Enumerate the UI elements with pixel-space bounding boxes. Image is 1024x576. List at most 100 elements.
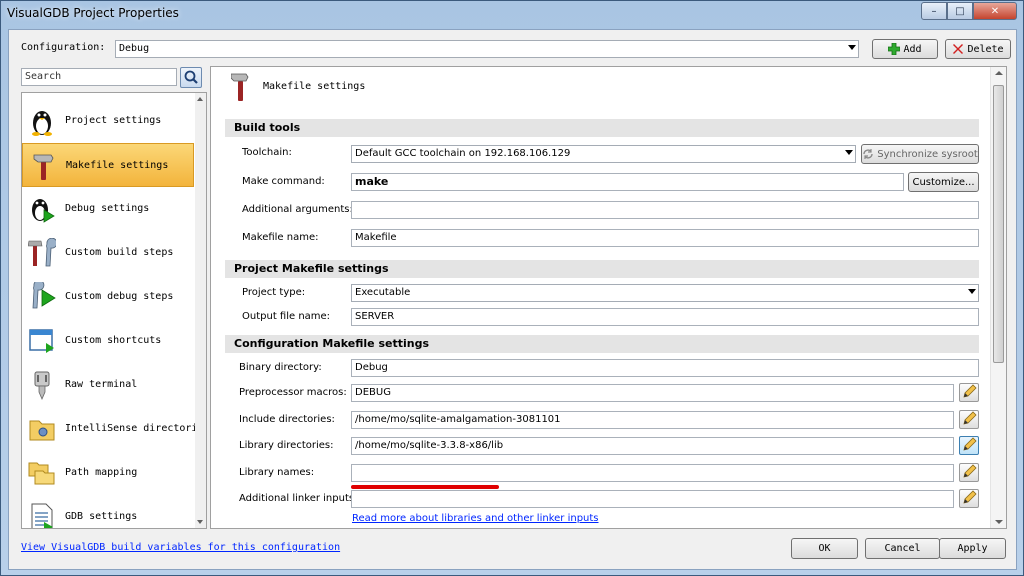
include-directories-value: /home/mo/sqlite-amalgamation-3081101 [355,414,561,425]
additional-arguments-field[interactable] [351,201,979,219]
scroll-down-icon [995,520,1003,524]
plug-icon [34,371,50,400]
output-file-name-label: Output file name: [242,311,331,322]
scrollbar-thumb[interactable] [993,85,1004,363]
wrench-play-icon [32,282,56,309]
delete-button[interactable]: Delete [945,39,1011,59]
additional-arguments-label: Additional arguments: [242,204,353,215]
nav-item-debug-settings[interactable]: Debug settings [22,187,194,231]
toolchain-dropdown[interactable]: Default GCC toolchain on 192.168.106.129 [351,145,856,163]
toolchain-label: Toolchain: [242,147,292,158]
minimize-button[interactable]: – [921,2,947,20]
pencil-icon [963,464,977,478]
delete-x-icon [953,44,964,54]
nav-item-label: Path mapping [65,467,138,478]
apply-button[interactable]: Apply [939,538,1006,559]
nav-scrollbar[interactable] [195,93,206,528]
output-file-name-value: SERVER [355,311,395,322]
close-button[interactable]: ✕ [973,2,1017,20]
edit-include-directories-button[interactable] [959,410,979,429]
shortcut-window-icon [29,329,54,353]
chevron-down-icon [968,289,976,294]
preprocessor-macros-field[interactable]: DEBUG [351,384,954,402]
nav-item-path-mapping[interactable]: Path mapping [22,451,194,495]
hammer-icon [33,154,54,180]
add-button[interactable]: Add [872,39,938,59]
toolchain-value: Default GCC toolchain on 192.168.106.129 [355,148,571,159]
document-icon [31,503,53,528]
nav-item-label: Raw terminal [65,379,138,390]
red-underline-annotation [351,485,499,489]
edit-macros-button[interactable] [959,383,979,402]
library-directories-field[interactable]: /home/mo/sqlite-3.3.8-x86/lib [351,437,954,455]
linker-help-link[interactable]: Read more about libraries and other link… [352,513,599,524]
customize-button-label: Customize... [912,176,975,188]
pencil-icon [963,490,977,504]
project-type-label: Project type: [242,287,306,298]
customize-button[interactable]: Customize... [908,172,979,192]
apply-button-label: Apply [957,543,988,554]
nav-item-label: Custom shortcuts [65,335,162,346]
configuration-value: Debug [119,43,150,54]
nav-item-project-settings[interactable]: Project settings [22,99,194,143]
caption-buttons: – □ ✕ [921,2,1017,20]
edit-library-directories-button[interactable] [959,436,979,455]
library-directories-value: /home/mo/sqlite-3.3.8-x86/lib [355,440,504,451]
add-button-label: Add [903,43,922,55]
make-command-field[interactable]: make [351,173,904,191]
library-names-label: Library names: [239,467,315,478]
maximize-button[interactable]: □ [947,2,973,20]
configuration-label: Configuration: [21,42,106,53]
nav-item-label: Debug settings [65,203,150,214]
nav-item-label: GDB settings [65,511,138,522]
search-button[interactable] [180,67,202,88]
cancel-button-label: Cancel [884,543,921,554]
pencil-icon [963,411,977,425]
dialog-client-area: Configuration: Debug Add Delete Search P… [8,29,1017,570]
library-names-field[interactable] [351,464,954,482]
nav-item-makefile-settings[interactable]: Makefile settings [22,143,194,187]
binary-directory-label: Binary directory: [239,362,322,373]
synchronize-sysroot-label: Synchronize sysroot [877,148,978,160]
synchronize-sysroot-button[interactable]: Synchronize sysroot [861,144,979,164]
nav-item-label: Makefile settings [66,160,169,171]
nav-item-intellisense-directories[interactable]: IntelliSense directories [22,407,206,451]
hammer-icon [231,73,249,101]
settings-scrollbar[interactable] [990,67,1006,528]
scroll-down-icon [197,520,203,524]
scroll-up-icon [197,97,203,101]
edit-library-names-button[interactable] [959,463,979,482]
tools-icon [28,238,56,267]
pencil-icon [963,384,977,398]
include-directories-field[interactable]: /home/mo/sqlite-amalgamation-3081101 [351,411,954,429]
nav-item-raw-terminal[interactable]: Raw terminal [22,363,194,407]
library-directories-label: Library directories: [239,440,334,451]
search-placeholder: Search [25,71,62,82]
binary-directory-field[interactable]: Debug [351,359,979,377]
project-type-dropdown[interactable]: Executable [351,284,979,302]
folder-gear-icon [29,420,55,441]
folders-icon [28,462,55,485]
scroll-up-icon [995,71,1003,75]
output-file-name-field[interactable]: SERVER [351,308,979,326]
nav-item-custom-debug-steps[interactable]: Custom debug steps [22,275,194,319]
build-variables-link[interactable]: View VisualGDB build variables for this … [21,542,340,553]
pencil-icon [963,437,977,451]
edit-linker-inputs-button[interactable] [959,489,979,508]
search-input[interactable]: Search [21,68,177,86]
additional-linker-inputs-field[interactable] [351,490,954,508]
title-bar: VisualGDB Project Properties – □ ✕ [1,1,1023,27]
window-title: VisualGDB Project Properties [7,6,179,20]
makefile-name-label: Makefile name: [242,232,319,243]
ok-button[interactable]: OK [791,538,858,559]
nav-item-custom-build-steps[interactable]: Custom build steps [22,231,194,275]
nav-item-custom-shortcuts[interactable]: Custom shortcuts [22,319,194,363]
configuration-row: Configuration: Debug Add Delete [21,39,1011,61]
configuration-dropdown[interactable]: Debug [115,40,859,58]
section-header-project-makefile: Project Makefile settings [225,260,979,278]
makefile-name-field[interactable]: Makefile [351,229,979,247]
cancel-button[interactable]: Cancel [865,538,940,559]
plus-icon [888,43,901,55]
nav-item-gdb-settings[interactable]: GDB settings [22,495,194,528]
search-icon [184,70,198,84]
